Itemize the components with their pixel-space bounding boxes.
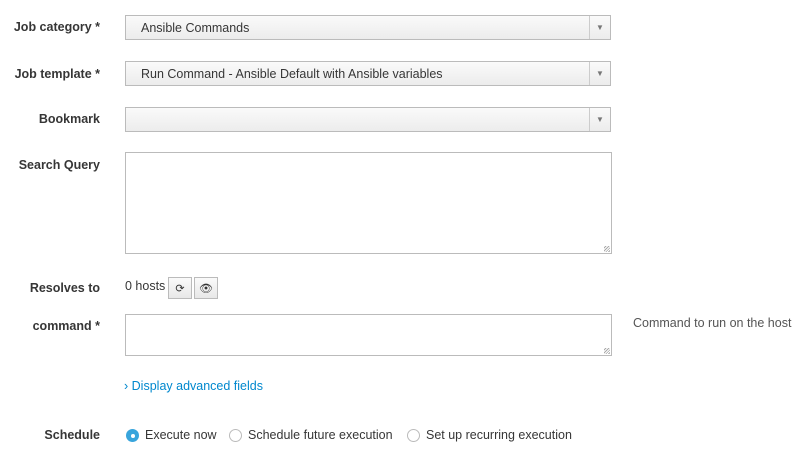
resolves-to-label: Resolves to: [29, 281, 100, 295]
refresh-icon: ⟳: [175, 282, 185, 295]
advanced-link-text: Display advanced fields: [131, 379, 263, 393]
search-query-input[interactable]: [125, 152, 612, 254]
host-count: 0 hosts: [125, 279, 166, 293]
chevron-down-icon: ▼: [589, 16, 610, 39]
bookmark-label: Bookmark: [38, 112, 100, 126]
job-template-label: Job template *: [14, 67, 100, 81]
command-help: Command to run on the host: [633, 316, 792, 330]
radio-label: Set up recurring execution: [426, 428, 572, 442]
command-label: command *: [32, 319, 100, 333]
radio-label: Schedule future execution: [248, 428, 393, 442]
job-category-label: Job category *: [13, 20, 100, 34]
radio-execute-now[interactable]: [126, 429, 139, 442]
chevron-down-icon: ▼: [589, 108, 610, 131]
radio-label: Execute now: [145, 428, 217, 442]
bookmark-select[interactable]: ▼: [125, 107, 611, 132]
job-category-select[interactable]: Ansible Commands ▼: [125, 15, 611, 40]
job-template-select[interactable]: Run Command - Ansible Default with Ansib…: [125, 61, 611, 86]
radio-schedule-future[interactable]: [229, 429, 242, 442]
command-input[interactable]: [125, 314, 612, 356]
chevron-right-icon: ›: [124, 379, 129, 393]
refresh-button[interactable]: ⟳: [168, 277, 192, 299]
radio-recurring[interactable]: [407, 429, 420, 442]
display-advanced-fields-link[interactable]: › Display advanced fields: [124, 379, 263, 393]
schedule-label: Schedule: [44, 428, 100, 442]
search-query-label: Search Query: [18, 158, 100, 172]
job-template-value: Run Command - Ansible Default with Ansib…: [141, 67, 443, 81]
preview-hosts-button[interactable]: 👁: [194, 277, 218, 299]
chevron-down-icon: ▼: [589, 62, 610, 85]
eye-icon: 👁: [199, 282, 213, 295]
job-category-value: Ansible Commands: [141, 21, 250, 35]
